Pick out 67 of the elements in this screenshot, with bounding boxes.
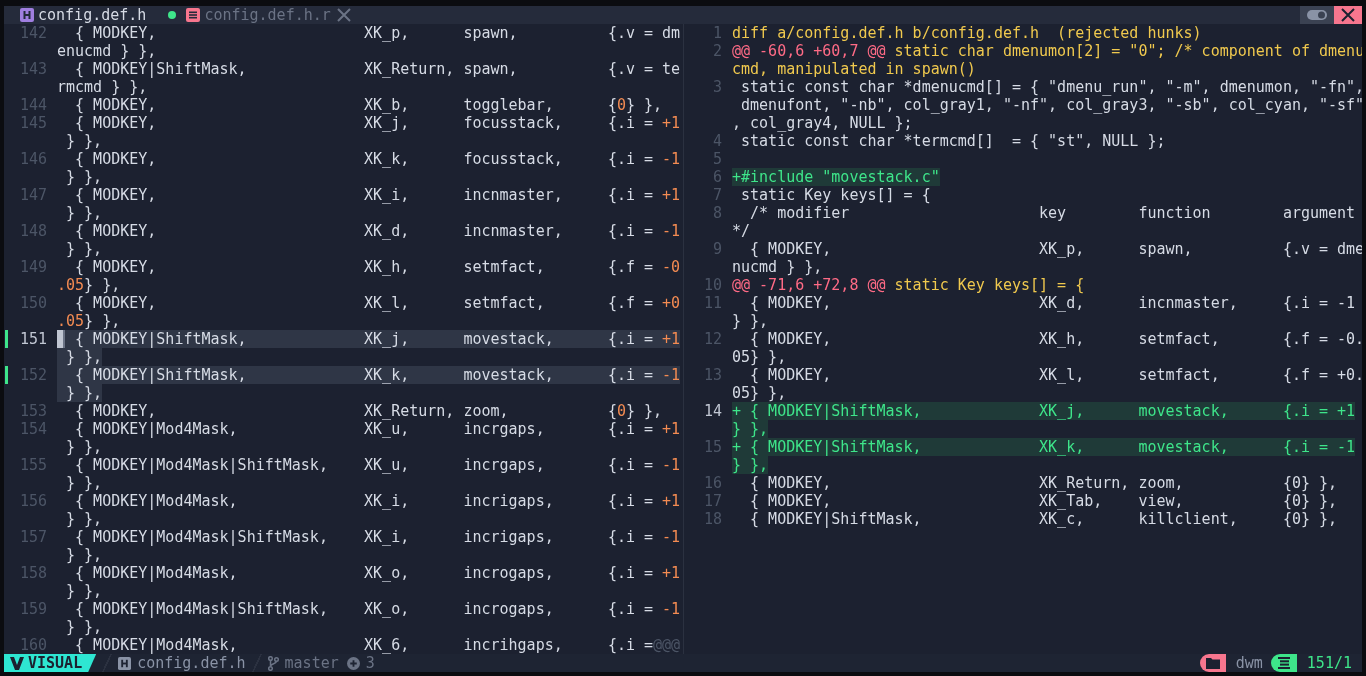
cursor-position: 151/1 <box>1306 654 1352 672</box>
code-line: } }, <box>65 240 103 258</box>
code-line: { MODKEY, XK_Return, zoom, {0} }, <box>749 474 1338 492</box>
code-line: 05} }, <box>732 348 787 366</box>
code-line: } }, <box>65 546 103 564</box>
code-line: } }, <box>65 510 103 528</box>
code-line: static const char *dmenucmd[] = { "dmenu_run", "-m", dmenumon, "-fn", <box>740 78 1362 96</box>
code-line: } }, <box>65 618 103 636</box>
code-line: } }, <box>65 168 103 186</box>
close-icon[interactable] <box>335 7 352 23</box>
code-line: { MODKEY, XK_l, setmfact, {.f = +0 <box>74 294 681 312</box>
code-line: { MODKEY|Mod4Mask|ShiftMask, XK_u, incrgaps, {.i = -1 <box>74 456 681 474</box>
mode-indicator: VISUAL <box>4 654 97 672</box>
code-line: { MODKEY, XK_d, incnmaster, {.i = -1 <box>749 294 1356 312</box>
code-line: static const char *termcmd[] = { "st", NULL }; <box>740 132 1166 150</box>
project-name: dwm <box>1235 654 1263 672</box>
code-line: } }, <box>65 474 103 492</box>
code-line: cmd, manipulated in spawn() <box>732 60 976 78</box>
code-line: { MODKEY|ShiftMask, XK_Return, spawn, {.v = te <box>74 60 681 78</box>
code-line: } }, <box>65 438 103 456</box>
code-line: { MODKEY, XK_d, incnmaster, {.i = -1 <box>74 222 681 240</box>
code-line: { MODKEY, XK_l, setmfact, {.f = +0. <box>749 366 1362 384</box>
code-line: { MODKEY|Mod4Mask|ShiftMask, XK_o, incrogaps, {.i = -1 <box>74 600 681 618</box>
line-number: 14 <box>703 402 722 420</box>
code-line: { MODKEY|Mod4Mask, XK_i, incrigaps, {.i = +1 <box>74 492 681 510</box>
code-line: { MODKEY, XK_j, focusstack, {.i = +1 <box>74 114 681 132</box>
file-name: config.def.h <box>137 654 246 672</box>
code-line: dmenufont, "-nb", col_gray1, "-nf", col_gray3, "-sb", col_cyan, "-sf" <box>740 96 1362 114</box>
code-line: @@ -60,6 +60,7 @@ static char dmenumon[2] = "0"; /* component of dmenu <box>732 42 1362 60</box>
code-line: @@ -71,6 +72,8 @@ static Key keys[] = { <box>732 276 1085 294</box>
code-line: { MODKEY, XK_Return, zoom, {0} }, <box>74 402 663 420</box>
code-line: { MODKEY|Mod4Mask, XK_u, incrgaps, {.i = +1 <box>74 420 681 438</box>
toggle-icon <box>1307 10 1327 20</box>
branch-name: master <box>284 654 339 672</box>
file-tab[interactable]: config.def.h <box>20 6 147 24</box>
code-line: { MODKEY|Mod4Mask, XK_6, incrihgaps, {.i =@@@ <box>74 636 681 654</box>
code-line: } }, <box>65 582 103 600</box>
code-line: .05} }, <box>57 276 121 294</box>
code-line: } }, <box>65 204 103 222</box>
code-line: } }, <box>65 132 103 150</box>
toggle-button[interactable] <box>1300 6 1334 24</box>
code-line: { MODKEY|ShiftMask, XK_c, killclient, {0} }, <box>749 510 1338 528</box>
code-line: enucmd } }, <box>57 42 157 60</box>
code-line: { MODKEY, XK_Tab, view, {0} }, <box>749 492 1338 510</box>
code-line: { MODKEY|Mod4Mask, XK_o, incrogaps, {.i = +1 <box>74 564 681 582</box>
code-line: { MODKEY|Mod4Mask|ShiftMask, XK_i, incrigaps, {.i = -1 <box>74 528 681 546</box>
code-line: { MODKEY, XK_b, togglebar, {0} }, <box>74 96 663 114</box>
code-line: diff a/config.def.h b/config.def.h (rejected hunks) <box>732 24 1202 42</box>
code-line: { MODKEY, XK_i, incnmaster, {.i = +1 <box>74 186 681 204</box>
code-line: { MODKEY, XK_k, focusstack, {.i = -1 <box>74 150 681 168</box>
code-line: rmcmd } }, <box>57 78 148 96</box>
added-count: 3 <box>365 654 375 672</box>
code-line: { MODKEY, XK_p, spawn, {.v = dm <box>74 24 681 42</box>
code-line: .05} }, <box>57 312 121 330</box>
code-line: nucmd } }, <box>732 258 823 276</box>
code-line: 05} }, <box>732 384 787 402</box>
line-number: 151 <box>19 330 47 348</box>
code-line: { MODKEY, XK_h, setmfact, {.f = -0. <box>749 330 1362 348</box>
code-line: } }, <box>732 312 769 330</box>
code-line: /* modifier key function argument <box>749 204 1356 222</box>
code-line: */ <box>732 222 751 240</box>
code-line: { MODKEY, XK_h, setmfact, {.f = -0 <box>74 258 681 276</box>
code-line: static Key keys[] = { <box>740 186 931 204</box>
close-icon <box>1340 7 1356 23</box>
close-button[interactable] <box>1334 6 1362 24</box>
branch-icon <box>267 655 279 671</box>
code-line: , col_gray4, NULL }; <box>732 114 913 132</box>
